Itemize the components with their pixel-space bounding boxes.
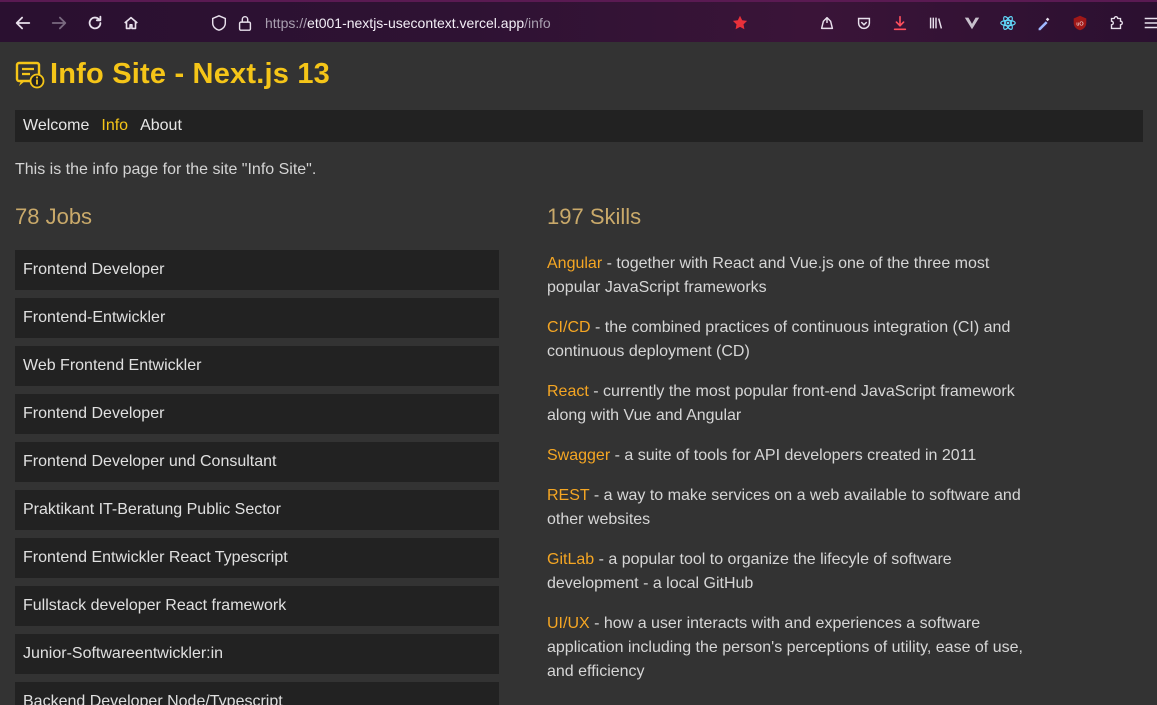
color-picker-icon[interactable] [1033,12,1055,34]
reload-icon[interactable] [84,12,106,34]
skill-item: REST - a way to make services on a web a… [547,484,1037,532]
skill-name[interactable]: React [547,383,589,400]
skill-name[interactable]: REST [547,487,589,504]
job-list: Frontend Developer Frontend-Entwickler W… [15,250,499,705]
skill-desc: - a way to make services on a web availa… [547,487,1021,528]
skill-desc: - how a user interacts with and experien… [547,615,1023,680]
reader-icon[interactable] [816,12,838,34]
ublock-icon[interactable]: uO [1069,12,1091,34]
nav-link-welcome[interactable]: Welcome [23,117,89,135]
message-info-icon [15,61,45,88]
url-scheme: https:// [265,15,308,31]
bookmark-star-icon[interactable] [729,12,751,34]
library-icon[interactable] [925,12,947,34]
browser-toolbar: https://et001-nextjs-usecontext.vercel.a… [0,0,1157,42]
main-nav: Welcome Info About [15,110,1143,142]
skill-item: CI/CD - the combined practices of contin… [547,316,1037,364]
page-header: Info Site - Next.js 13 [15,58,330,91]
page-title: Info Site - Next.js 13 [50,58,330,90]
skill-desc: - together with React and Vue.js one of … [547,255,990,296]
job-item[interactable]: Frontend Entwickler React Typescript [15,538,499,578]
skill-name[interactable]: Swagger [547,447,610,464]
skill-item: Angular - together with React and Vue.js… [547,252,1037,300]
skills-heading: 197 Skills [547,204,642,229]
skill-name[interactable]: GitLab [547,551,594,568]
job-item[interactable]: Frontend Developer [15,394,499,434]
job-item[interactable]: Praktikant IT-Beratung Public Sector [15,490,499,530]
back-arrow-icon[interactable] [12,12,34,34]
job-item[interactable]: Junior-Softwareentwickler:in [15,634,499,674]
skill-desc: - currently the most popular front-end J… [547,383,1015,424]
job-item[interactable]: Frontend Developer [15,250,499,290]
skill-desc: - a suite of tools for API developers cr… [610,447,977,464]
skill-name[interactable]: UI/UX [547,615,590,632]
skill-item: GitLab - a popular tool to organize the … [547,548,1037,596]
url-bar[interactable]: https://et001-nextjs-usecontext.vercel.a… [150,9,760,37]
job-item[interactable]: Fullstack developer React framework [15,586,499,626]
skill-list: Angular - together with React and Vue.js… [547,252,1037,684]
intro-text: This is the info page for the site "Info… [15,161,317,178]
download-icon[interactable] [889,12,911,34]
job-item[interactable]: Web Frontend Entwickler [15,346,499,386]
skill-name[interactable]: Angular [547,255,602,272]
skill-desc: - a popular tool to organize the lifecyl… [547,551,952,592]
nav-link-about[interactable]: About [140,117,182,135]
skill-item: Swagger - a suite of tools for API devel… [547,444,1037,468]
skill-desc: - the combined practices of continuous i… [547,319,1011,360]
job-item[interactable]: Backend Developer Node/Typescript [15,682,499,705]
forward-arrow-icon[interactable] [48,12,70,34]
url-host: et001-nextjs-usecontext.vercel.app [307,15,525,31]
jobs-heading: 78 Jobs [15,204,93,229]
skill-item: UI/UX - how a user interacts with and ex… [547,612,1037,684]
skill-name[interactable]: CI/CD [547,319,591,336]
skill-item: React - currently the most popular front… [547,380,1037,428]
nav-link-info[interactable]: Info [101,117,128,135]
shield-icon[interactable] [208,12,230,34]
menu-hamburger-icon[interactable] [1140,12,1157,34]
jobs-section: 78 Jobs Frontend Developer Frontend-Entw… [15,204,499,705]
url-path: /info [524,15,551,31]
skills-section: 197 Skills Angular - together with React… [547,204,1037,700]
svg-text:uO: uO [1076,22,1083,28]
pocket-icon[interactable] [853,12,875,34]
vue-devtools-icon[interactable] [961,12,983,34]
home-icon[interactable] [120,12,142,34]
lock-icon[interactable] [234,12,256,34]
extensions-puzzle-icon[interactable] [1105,12,1127,34]
job-item[interactable]: Frontend Developer und Consultant [15,442,499,482]
react-devtools-icon[interactable] [997,12,1019,34]
job-item[interactable]: Frontend-Entwickler [15,298,499,338]
url-text[interactable]: https://et001-nextjs-usecontext.vercel.a… [265,15,551,31]
